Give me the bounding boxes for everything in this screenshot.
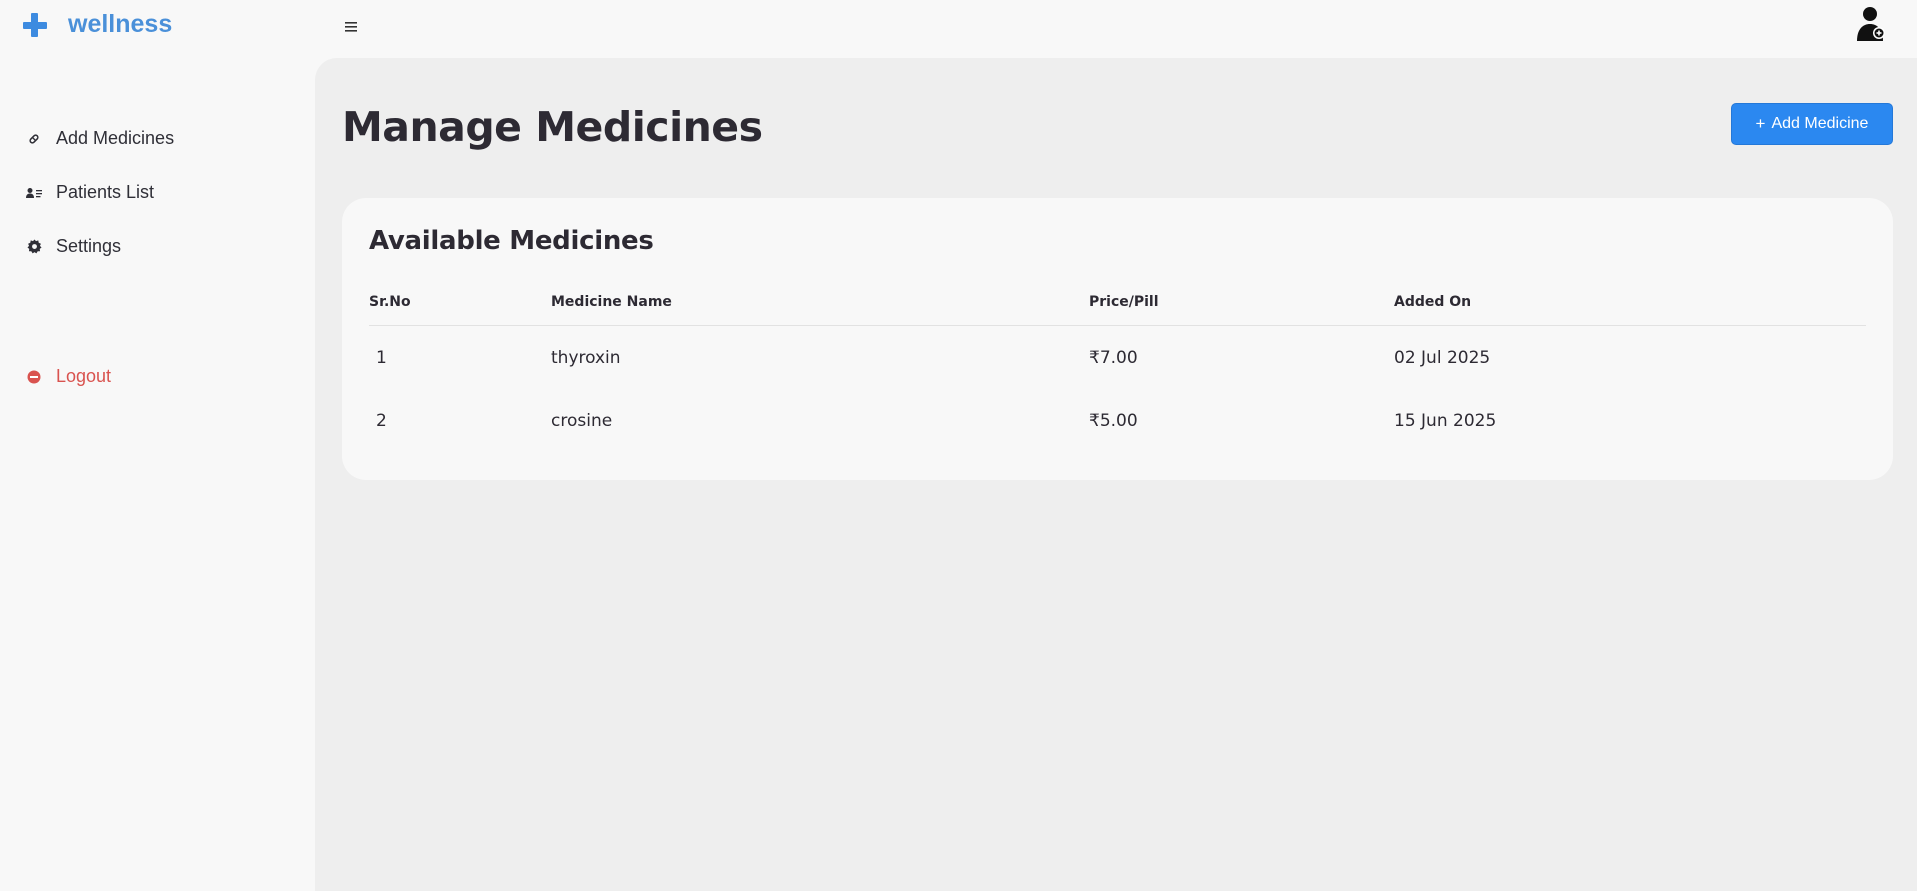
cell-added-on: 02 Jul 2025 (1394, 348, 1491, 368)
cell-medicine-name: thyroxin (551, 348, 621, 368)
logout-icon (24, 367, 44, 387)
brand-logo[interactable]: wellness (22, 10, 172, 39)
sidebar: Add Medicines Patients List Settings Log… (0, 58, 315, 891)
main-content: Manage Medicines + Add Medicine Availabl… (315, 58, 1917, 891)
sidebar-item-patients-list[interactable]: Patients List (24, 182, 154, 203)
cell-sr-no: 2 (376, 411, 387, 431)
sidebar-item-settings[interactable]: Settings (24, 236, 121, 257)
add-medicine-label: Add Medicine (1771, 115, 1869, 132)
hamburger-icon[interactable] (343, 17, 359, 37)
cell-medicine-name: crosine (551, 411, 613, 431)
medicines-card: Available Medicines Sr.No Medicine Name … (342, 198, 1893, 480)
add-medicine-button[interactable]: + Add Medicine (1731, 103, 1893, 145)
brand-name: wellness (68, 10, 173, 38)
table-header-divider (369, 325, 1866, 326)
sidebar-item-label: Add Medicines (56, 128, 175, 148)
top-bar: wellness (0, 0, 1917, 58)
patients-list-icon (24, 183, 44, 203)
sidebar-item-label: Settings (56, 236, 122, 256)
cell-added-on: 15 Jun 2025 (1394, 411, 1497, 431)
gear-icon (24, 237, 44, 257)
card-title: Available Medicines (369, 226, 654, 256)
cell-price: ₹5.00 (1089, 411, 1138, 431)
column-header-sr-no: Sr.No (369, 294, 411, 310)
column-header-price: Price/Pill (1089, 294, 1159, 310)
cell-sr-no: 1 (376, 348, 387, 368)
column-header-medicine-name: Medicine Name (551, 294, 672, 310)
column-header-added-on: Added On (1394, 294, 1472, 310)
doctor-avatar-icon[interactable] (1855, 5, 1887, 43)
sidebar-item-label: Patients List (56, 182, 155, 202)
page-title: Manage Medicines (342, 103, 763, 151)
plus-icon: + (1755, 114, 1766, 133)
cell-price: ₹7.00 (1089, 348, 1138, 368)
sidebar-item-add-medicines[interactable]: Add Medicines (24, 128, 174, 149)
pill-icon (24, 129, 44, 149)
sidebar-item-logout[interactable]: Logout (24, 366, 111, 387)
medical-cross-icon (22, 12, 48, 38)
sidebar-item-label: Logout (56, 366, 112, 386)
